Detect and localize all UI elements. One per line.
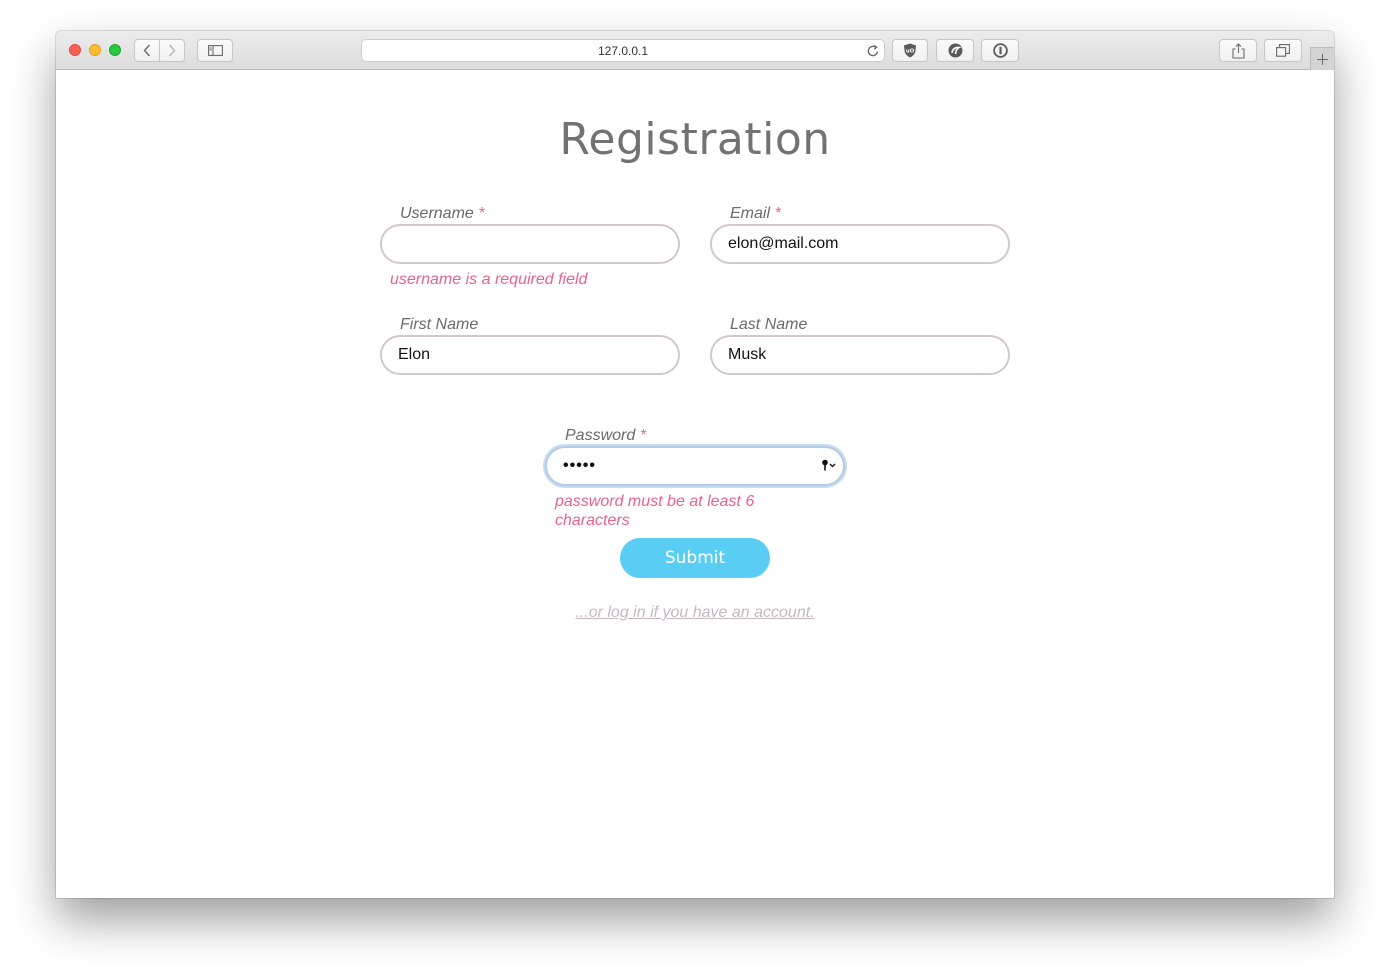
email-input[interactable]: elon@mail.com: [710, 224, 1010, 264]
username-label: Username *: [400, 205, 485, 223]
password-error-line: password must be at least 6: [555, 493, 755, 510]
last-name-value: Musk: [728, 346, 767, 363]
browser-toolbar: 127.0.0.1 uO: [56, 31, 1334, 70]
required-marker: *: [478, 205, 485, 222]
sidebar-icon: [207, 45, 223, 56]
first-name-input[interactable]: Elon: [380, 335, 680, 375]
maximize-window-button[interactable]: [109, 44, 121, 56]
password-input[interactable]: •••••: [545, 446, 845, 486]
login-link[interactable]: ...or log in if you have an account.: [56, 604, 1334, 622]
url-text: 127.0.0.1: [597, 43, 649, 58]
username-label-text: Username: [400, 205, 474, 222]
browser-window: 127.0.0.1 uO Registration Username * use…: [56, 31, 1334, 898]
username-input[interactable]: [380, 224, 680, 264]
key-icon[interactable]: [821, 459, 837, 471]
shield-icon: uO: [904, 43, 916, 58]
email-label: Email *: [730, 205, 781, 223]
show-tabs-button[interactable]: [1264, 39, 1302, 62]
close-window-button[interactable]: [69, 44, 81, 56]
last-name-label: Last Name: [730, 316, 808, 333]
email-label-text: Email: [730, 205, 771, 222]
username-error: username is a required field: [390, 271, 588, 288]
sidebar-toggle-button[interactable]: [197, 39, 233, 62]
tabs-icon: [1276, 44, 1290, 57]
chevron-left-icon: [143, 44, 151, 57]
share-button[interactable]: [1219, 39, 1257, 62]
last-name-input[interactable]: Musk: [710, 335, 1010, 375]
password-value: •••••: [563, 457, 597, 474]
email-value: elon@mail.com: [728, 235, 839, 252]
password-label: Password *: [565, 427, 646, 445]
minimize-window-button[interactable]: [89, 44, 101, 56]
address-bar[interactable]: 127.0.0.1: [361, 39, 885, 62]
back-button[interactable]: [134, 39, 160, 62]
keyhole-icon: [992, 43, 1008, 58]
page-title: Registration: [559, 114, 831, 165]
share-icon: [1231, 42, 1245, 59]
password-error: password must be at least 6 characters: [555, 492, 754, 530]
new-tab-button[interactable]: [1310, 47, 1334, 70]
password-error-line: characters: [555, 512, 630, 529]
ublock-extension-button[interactable]: uO: [892, 39, 928, 62]
svg-text:uO: uO: [906, 49, 915, 55]
chevron-right-icon: [168, 44, 176, 57]
swirl-icon: [948, 43, 962, 58]
password-manager-button[interactable]: [981, 39, 1019, 62]
submit-button[interactable]: Submit: [620, 538, 770, 578]
extension-button[interactable]: [936, 39, 974, 62]
first-name-value: Elon: [398, 346, 431, 363]
page-content: Registration Username * username is a re…: [56, 70, 1334, 898]
required-marker: *: [774, 205, 781, 222]
required-marker: *: [639, 427, 646, 444]
forward-button[interactable]: [159, 39, 185, 62]
first-name-label: First Name: [400, 316, 479, 333]
plus-icon: [1317, 53, 1328, 65]
reload-icon[interactable]: [866, 43, 880, 58]
password-label-text: Password: [565, 427, 636, 444]
